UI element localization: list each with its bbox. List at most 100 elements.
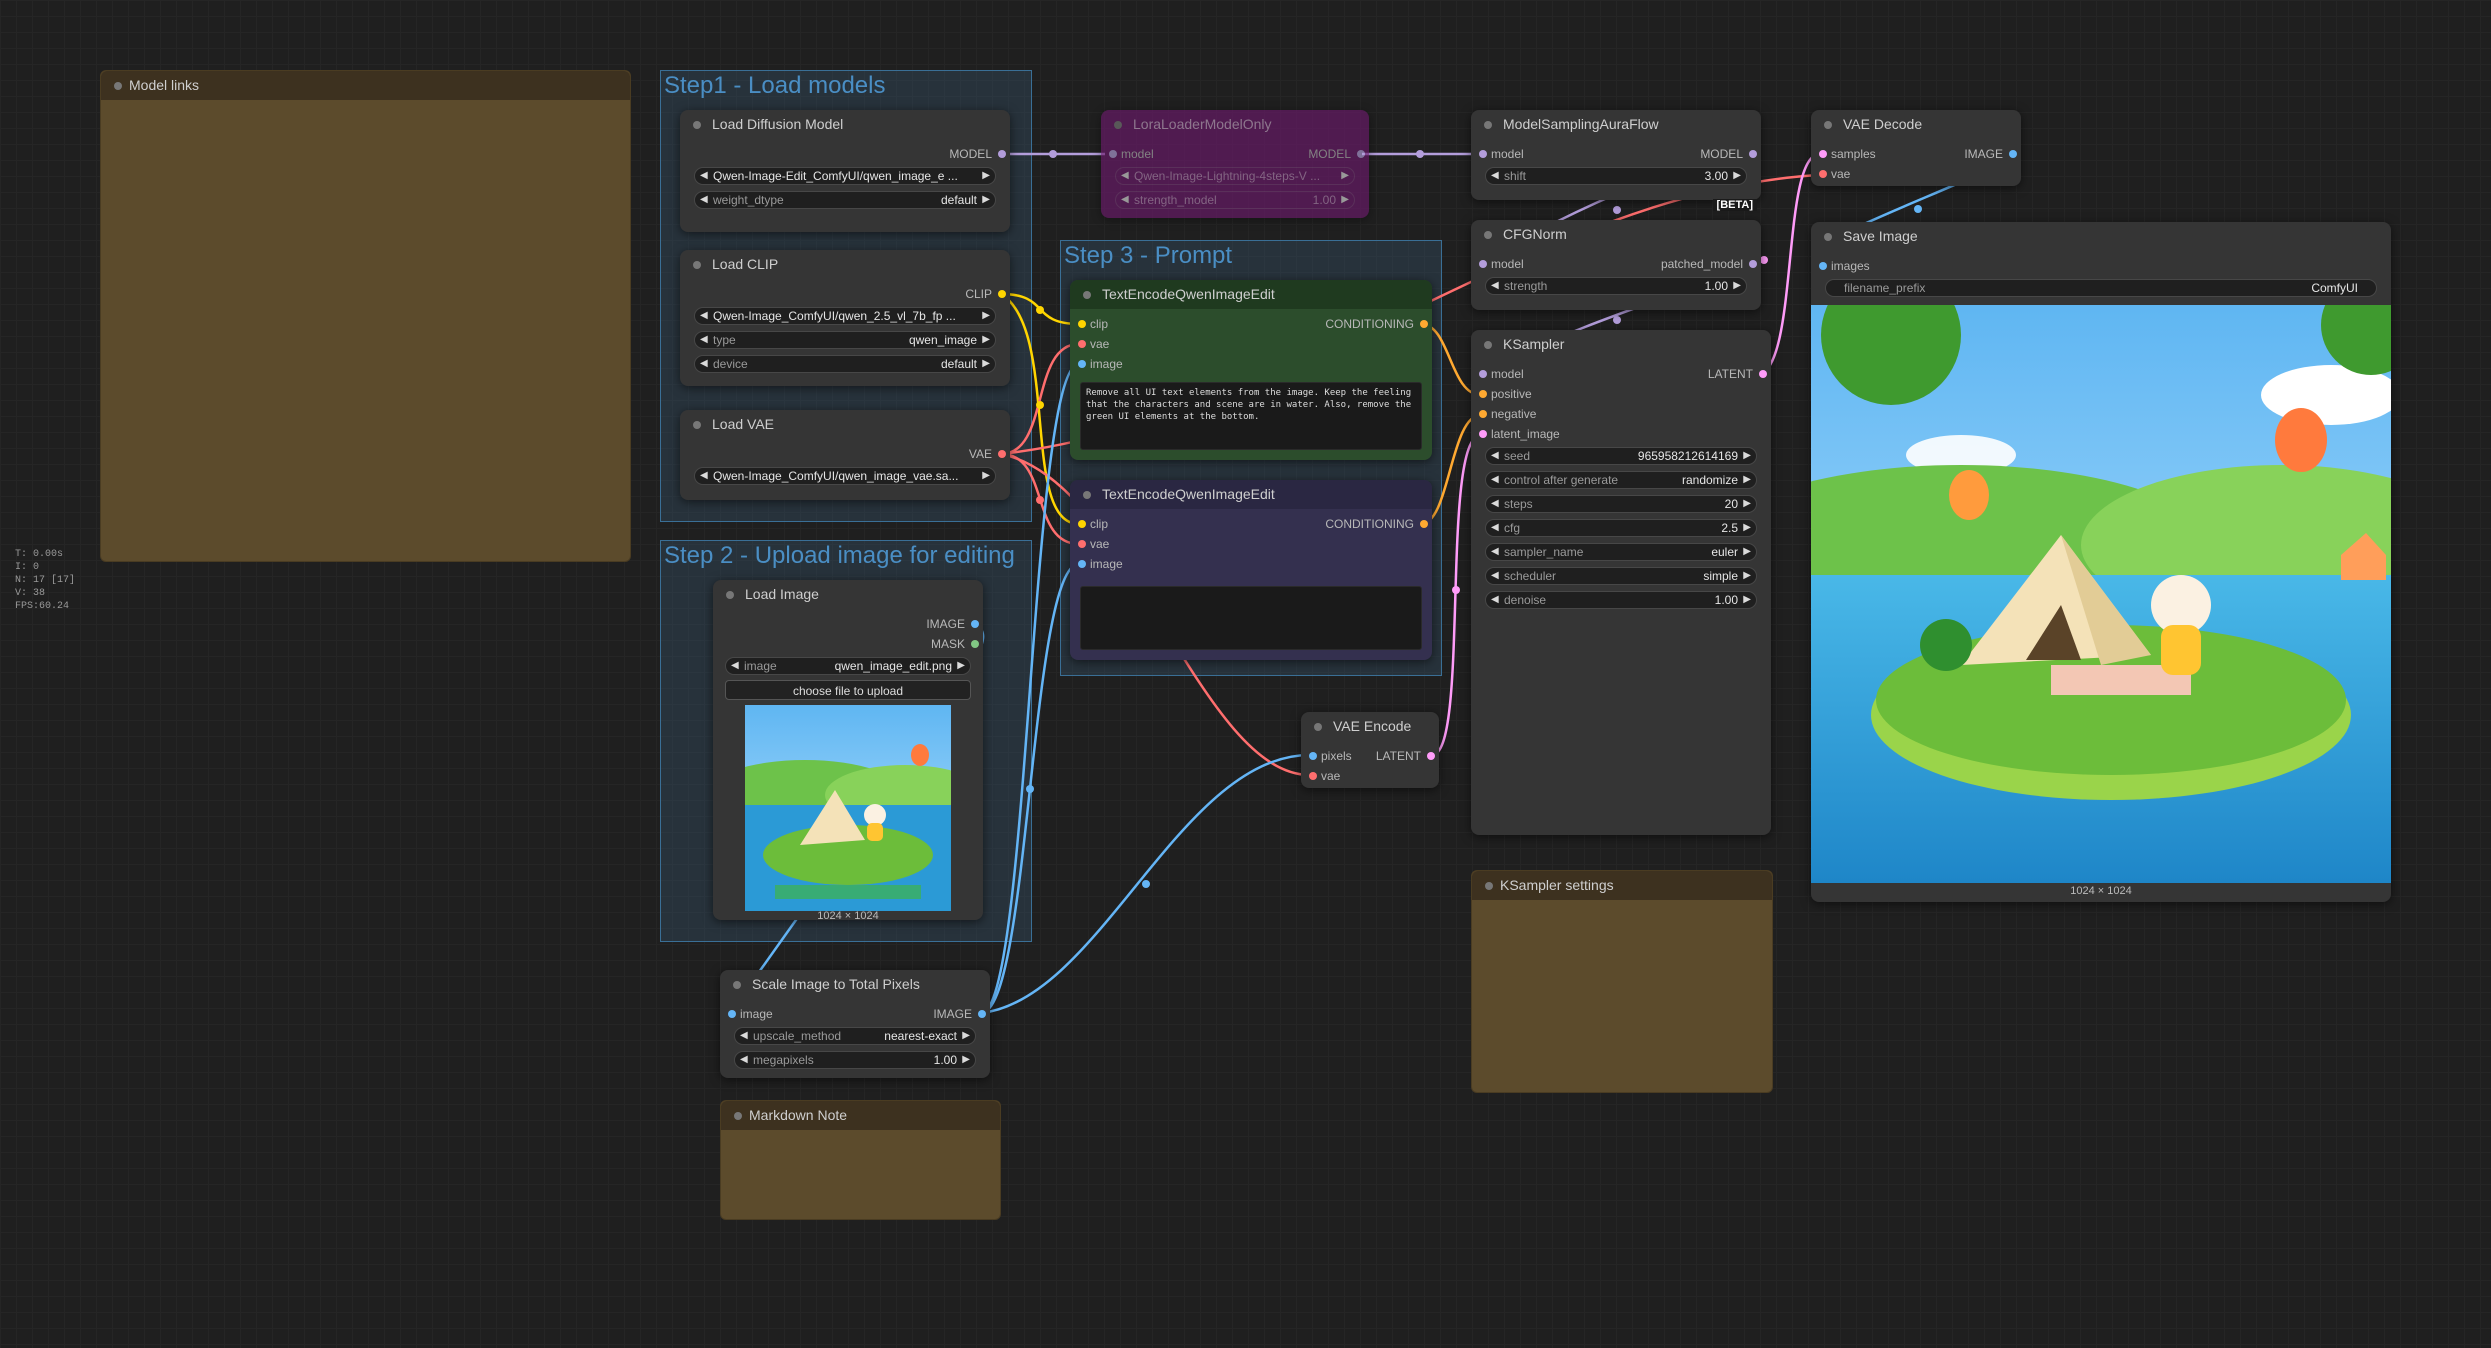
clip-type-select[interactable]: ◀ type qwen_image ▶ xyxy=(694,331,996,349)
stat-i: I: 0 xyxy=(15,562,40,573)
node-model-sampling-auraflow[interactable]: ModelSamplingAuraFlow model MODEL ◀ shift… xyxy=(1471,110,1761,211)
stat-nodes: N: 17 [17] xyxy=(15,575,76,586)
weight-dtype-select[interactable]: ◀ weight_dtype default ▶ xyxy=(694,191,996,209)
denoise-value: 1.00 xyxy=(1714,593,1738,607)
input-negative[interactable]: negative xyxy=(1479,407,1536,421)
input-vae[interactable]: vae xyxy=(1309,769,1340,783)
input-model[interactable]: model xyxy=(1479,257,1524,271)
output-conditioning[interactable]: CONDITIONING xyxy=(1325,317,1428,331)
lora-name-value: Qwen-Image-Lightning-4steps-V ... xyxy=(1134,169,1321,183)
unet-name-select[interactable]: ◀ Qwen-Image-Edit_ComfyUI/qwen_image_e ..… xyxy=(694,167,996,185)
output-latent[interactable]: LATENT xyxy=(1708,367,1768,381)
output-image-preview xyxy=(1811,305,2391,883)
input-image[interactable]: image xyxy=(1078,357,1123,371)
node-load-clip[interactable]: Load CLIP CLIP ◀ Qwen-Image_ComfyUI/qwen_… xyxy=(680,250,1010,386)
input-image[interactable]: image xyxy=(728,1007,773,1021)
output-image[interactable]: IMAGE xyxy=(926,617,979,631)
node-title: TextEncodeQwenImageEdit xyxy=(1070,480,1432,509)
negative-prompt-textarea[interactable] xyxy=(1080,586,1422,650)
seed-value: 965958212614169 xyxy=(1637,449,1738,463)
clip-device-select[interactable]: ◀ device default ▶ xyxy=(694,355,996,373)
output-model[interactable]: MODEL xyxy=(1308,147,1365,161)
output-mask[interactable]: MASK xyxy=(931,637,980,651)
input-positive[interactable]: positive xyxy=(1479,387,1532,401)
image-file-label: image xyxy=(744,659,777,673)
control-after-generate-select[interactable]: ◀ control after generate randomize ▶ xyxy=(1485,471,1757,489)
upscale-method-value: nearest-exact xyxy=(884,1029,957,1043)
clip-name-select[interactable]: ◀ Qwen-Image_ComfyUI/qwen_2.5_vl_7b_fp ..… xyxy=(694,307,996,325)
node-lora-loader-bypassed[interactable]: LoraLoaderModelOnly model MODEL ◀ Qwen-Im… xyxy=(1101,110,1369,218)
input-vae[interactable]: vae xyxy=(1819,167,1850,181)
choose-file-button[interactable]: choose file to upload xyxy=(725,680,971,700)
input-image[interactable]: image xyxy=(1078,557,1123,571)
input-pixels[interactable]: pixels xyxy=(1309,749,1352,763)
positive-prompt-textarea[interactable]: Remove all UI text elements from the ima… xyxy=(1080,382,1422,450)
cfg-input[interactable]: ◀ cfg 2.5 ▶ xyxy=(1485,519,1757,537)
node-title: Save Image xyxy=(1811,222,2391,251)
input-images[interactable]: images xyxy=(1819,259,1870,273)
input-model[interactable]: model xyxy=(1109,147,1154,161)
stat-time: T: 0.00s xyxy=(15,549,64,560)
seed-input[interactable]: ◀ seed 965958212614169 ▶ xyxy=(1485,447,1757,465)
lora-strength-label: strength_model xyxy=(1134,193,1217,207)
lora-strength-value: 1.00 xyxy=(1312,193,1336,207)
output-latent[interactable]: LATENT xyxy=(1376,749,1436,763)
sampler-label: sampler_name xyxy=(1504,545,1584,559)
upscale-method-select[interactable]: ◀ upscale_method nearest-exact ▶ xyxy=(734,1027,976,1045)
output-image[interactable]: IMAGE xyxy=(1964,147,2017,161)
output-model[interactable]: MODEL xyxy=(949,147,1006,161)
unet-name-value: Qwen-Image-Edit_ComfyUI/qwen_image_e ... xyxy=(713,169,958,183)
beta-badge: [BETA] xyxy=(1712,199,1757,211)
node-scale-image-total-pixels[interactable]: Scale Image to Total Pixels image IMAGE … xyxy=(720,970,990,1078)
vae-name-select[interactable]: ◀ Qwen-Image_ComfyUI/qwen_image_vae.sa...… xyxy=(694,467,996,485)
output-model[interactable]: MODEL xyxy=(1700,147,1757,161)
node-load-diffusion-model[interactable]: Load Diffusion Model MODEL ◀ Qwen-Image-E… xyxy=(680,110,1010,232)
node-load-vae[interactable]: Load VAE VAE ◀ Qwen-Image_ComfyUI/qwen_im… xyxy=(680,410,1010,500)
cfg-value: 2.5 xyxy=(1721,521,1738,535)
scheduler-value: simple xyxy=(1703,569,1738,583)
sampler-value: euler xyxy=(1711,545,1738,559)
note-model-links[interactable]: Model links xyxy=(100,70,631,562)
cfgnorm-strength-value: 1.00 xyxy=(1704,279,1728,293)
output-conditioning[interactable]: CONDITIONING xyxy=(1325,517,1428,531)
note-ksampler-settings[interactable]: KSampler settings xyxy=(1471,870,1773,1093)
sampler-name-select[interactable]: ◀ sampler_name euler ▶ xyxy=(1485,543,1757,561)
image-file-select[interactable]: ◀ image qwen_image_edit.png ▶ xyxy=(725,657,971,675)
filename-prefix-input[interactable]: filename_prefix ComfyUI xyxy=(1825,279,2377,297)
node-text-encode-negative[interactable]: TextEncodeQwenImageEdit clip CONDITIONIN… xyxy=(1070,480,1432,660)
node-title: Load Diffusion Model xyxy=(680,110,1010,139)
cfgnorm-strength-slider[interactable]: ◀ strength 1.00 ▶ xyxy=(1485,277,1747,295)
input-model[interactable]: model xyxy=(1479,147,1524,161)
node-vae-decode[interactable]: VAE Decode samples IMAGE vae xyxy=(1811,110,2021,186)
note-markdown[interactable]: Markdown Note xyxy=(720,1100,1001,1220)
node-cfgnorm[interactable]: CFGNorm model patched_model ◀ strength 1.0… xyxy=(1471,220,1761,310)
input-vae[interactable]: vae xyxy=(1078,337,1109,351)
scheduler-select[interactable]: ◀ scheduler simple ▶ xyxy=(1485,567,1757,585)
input-samples[interactable]: samples xyxy=(1819,147,1876,161)
output-patched-model[interactable]: patched_model xyxy=(1661,257,1758,271)
lora-strength-slider[interactable]: ◀ strength_model 1.00 ▶ xyxy=(1115,191,1355,209)
denoise-input[interactable]: ◀ denoise 1.00 ▶ xyxy=(1485,591,1757,609)
output-image[interactable]: IMAGE xyxy=(933,1007,986,1021)
input-clip[interactable]: clip xyxy=(1078,317,1108,331)
input-clip[interactable]: clip xyxy=(1078,517,1108,531)
node-load-image[interactable]: Load Image IMAGE MASK ◀ image qwen_image_e… xyxy=(713,580,983,922)
node-save-image[interactable]: Save Image images filename_prefix ComfyUI… xyxy=(1811,222,2391,902)
lora-name-select[interactable]: ◀ Qwen-Image-Lightning-4steps-V ... ▶ xyxy=(1115,167,1355,185)
group-step1-title: Step1 - Load models xyxy=(664,72,886,99)
output-clip[interactable]: CLIP xyxy=(965,287,1006,301)
input-latent-image[interactable]: latent_image xyxy=(1479,427,1560,441)
input-vae[interactable]: vae xyxy=(1078,537,1109,551)
note-model-links-title: Model links xyxy=(101,71,630,100)
node-ksampler[interactable]: KSampler model LATENT positive negative … xyxy=(1471,330,1771,835)
node-title: LoraLoaderModelOnly xyxy=(1101,110,1369,139)
megapixels-label: megapixels xyxy=(753,1053,814,1067)
steps-input[interactable]: ◀ steps 20 ▶ xyxy=(1485,495,1757,513)
upscale-method-label: upscale_method xyxy=(753,1029,842,1043)
shift-slider[interactable]: ◀ shift 3.00 ▶ xyxy=(1485,167,1747,185)
megapixels-input[interactable]: ◀ megapixels 1.00 ▶ xyxy=(734,1051,976,1069)
input-model[interactable]: model xyxy=(1479,367,1524,381)
node-text-encode-positive[interactable]: TextEncodeQwenImageEdit clip CONDITIONIN… xyxy=(1070,280,1432,460)
output-vae[interactable]: VAE xyxy=(969,447,1007,461)
node-vae-encode[interactable]: VAE Encode pixels LATENT vae xyxy=(1301,712,1439,788)
